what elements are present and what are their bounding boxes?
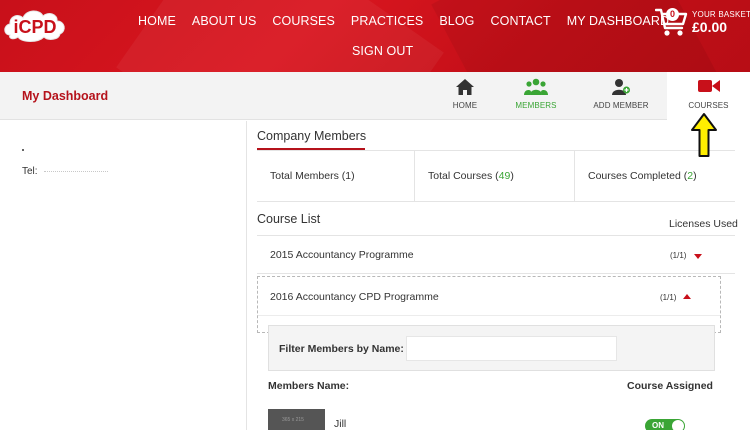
caret-down-icon[interactable] (694, 254, 702, 259)
nav-practices[interactable]: PRACTICES (343, 12, 431, 30)
members-icon (524, 78, 548, 95)
avatar-placeholder-text: 365 x 215 (282, 417, 304, 423)
stat-total-courses: Total Courses (49) (415, 151, 575, 202)
member-name: Jill (334, 418, 347, 430)
dash-tab-label: COURSES (688, 101, 729, 110)
member-avatar: 365 x 215 (268, 409, 325, 430)
basket-total: £0.00 (692, 19, 728, 35)
icpd-logo[interactable]: iCPD (2, 3, 68, 43)
member-stats: Total Members (1) Total Courses (49) Cou… (257, 151, 735, 202)
add-member-icon (612, 79, 630, 95)
toggle-knob (672, 420, 684, 430)
dash-tab-label: MEMBERS (515, 101, 557, 110)
divider (258, 315, 720, 316)
stat-total-members: Total Members (1) (257, 151, 415, 202)
toggle-label: ON (652, 421, 664, 430)
course-name: 2015 Accountancy Programme (270, 249, 414, 261)
dash-tab-add-member[interactable]: ADD MEMBER (585, 72, 657, 120)
course-name: 2016 Accountancy CPD Programme (270, 291, 439, 303)
nav-contact[interactable]: CONTACT (483, 12, 559, 30)
course-assigned-header: Course Assigned (627, 380, 713, 392)
stat-courses-completed: Courses Completed (2) (588, 170, 697, 182)
dash-tab-label: HOME (452, 101, 478, 110)
company-members-heading: Company Members (257, 129, 367, 143)
licenses-used-header: Licenses Used (669, 218, 738, 230)
heading-underline (257, 148, 365, 150)
license-count: (1/1) (660, 293, 677, 302)
nav-blog[interactable]: BLOG (431, 12, 482, 30)
filter-name-input[interactable] (406, 336, 617, 361)
nav-home[interactable]: HOME (130, 12, 184, 30)
members-name-header: Members Name: (268, 380, 350, 392)
dash-tab-label: ADD MEMBER (593, 101, 649, 110)
dashboard-bar: My Dashboard HOME MEMBERS ADD MEMBER COU… (0, 72, 750, 121)
redacted-phone (44, 171, 108, 173)
logo-text: iCPD (13, 17, 56, 37)
cart-count-badge: 0 (666, 8, 679, 21)
dash-tab-home[interactable]: HOME (440, 72, 490, 120)
course-list-heading: Course List (257, 212, 321, 226)
secondary-nav: SIGN OUT (344, 42, 421, 60)
dash-tab-members[interactable]: MEMBERS (510, 72, 562, 120)
basket[interactable]: 0 YOUR BASKET £0.00 (655, 6, 750, 42)
video-camera-icon (697, 80, 720, 92)
nav-about-us[interactable]: ABOUT US (184, 12, 264, 30)
site-header: iCPD HOME ABOUT US COURSES PRACTICES BLO… (0, 0, 750, 72)
redacted-line (22, 149, 24, 151)
license-count: (1/1) (670, 251, 687, 260)
main-nav: HOME ABOUT US COURSES PRACTICES BLOG CON… (130, 12, 677, 30)
tel-label: Tel: (22, 166, 38, 177)
basket-label: YOUR BASKET (692, 10, 750, 19)
home-icon (456, 79, 474, 95)
course-row-2015[interactable]: 2015 Accountancy Programme (1/1) (257, 236, 735, 274)
course-assigned-toggle[interactable]: ON (645, 419, 685, 430)
page-title: My Dashboard (22, 89, 109, 103)
filter-label: Filter Members by Name: (279, 343, 404, 355)
annotation-arrow-icon (691, 113, 717, 157)
course-row-2016[interactable]: 2016 Accountancy CPD Programme (1/1) (257, 277, 735, 315)
filter-members-box: Filter Members by Name: (268, 325, 715, 371)
profile-panel: Tel: (0, 121, 247, 430)
caret-up-icon[interactable] (683, 294, 691, 299)
nav-sign-out[interactable]: SIGN OUT (344, 42, 421, 60)
nav-courses[interactable]: COURSES (264, 12, 343, 30)
